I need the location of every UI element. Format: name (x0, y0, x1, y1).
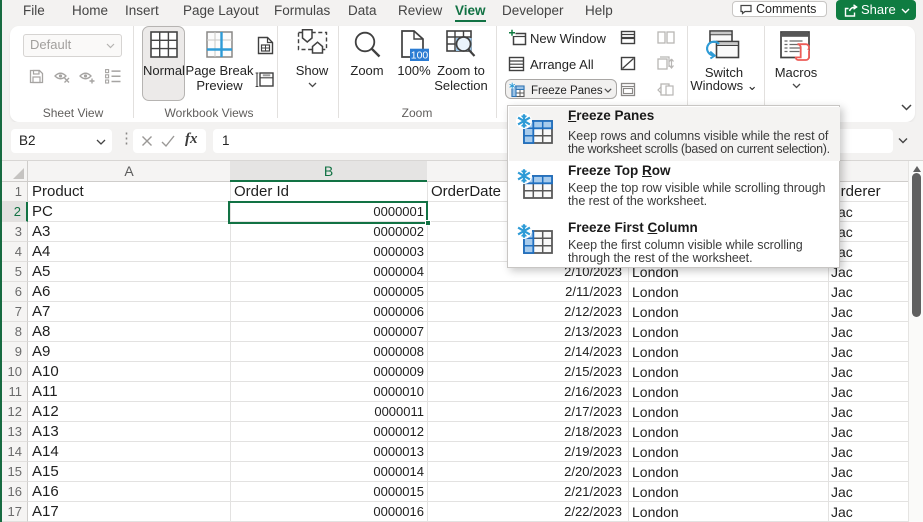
svg-text:100: 100 (411, 50, 429, 62)
